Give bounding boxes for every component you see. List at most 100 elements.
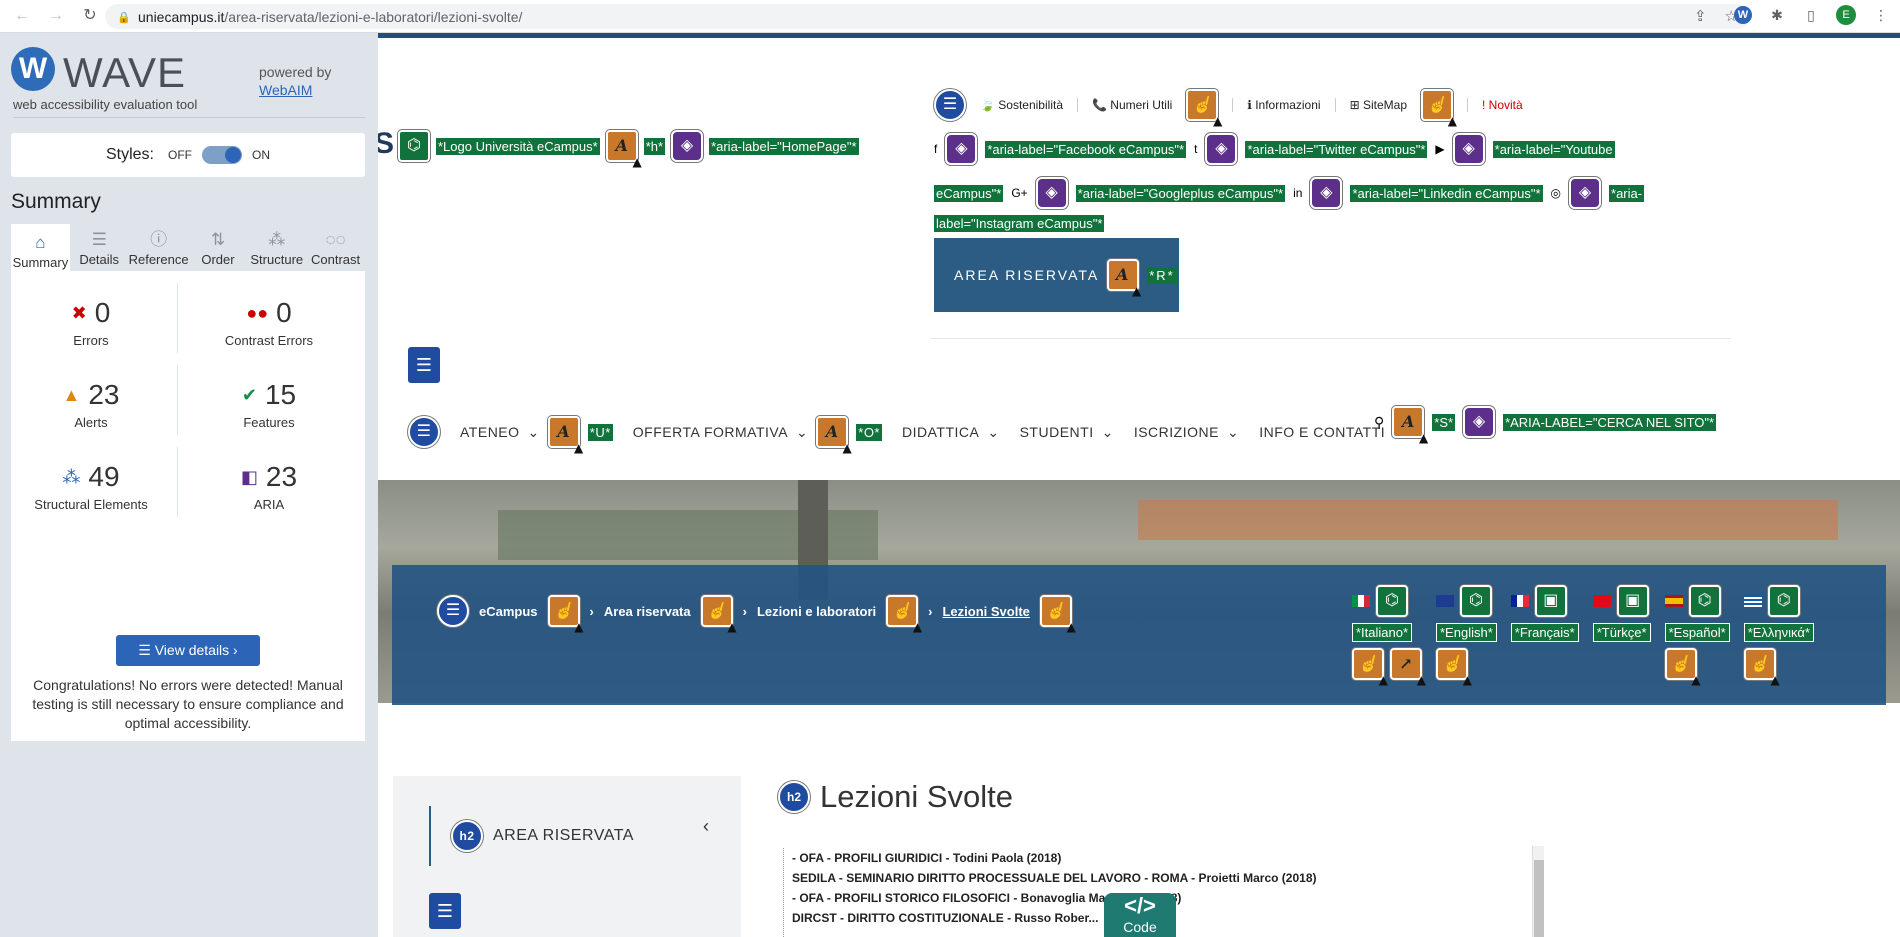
topnav-sostenibilita[interactable]: 🍃 Sostenibilità bbox=[980, 98, 1063, 112]
alert-link-icon[interactable]: ☝ bbox=[1186, 89, 1222, 127]
linked-image-icon[interactable]: ⌬ bbox=[1688, 585, 1721, 617]
breadcrumb-item[interactable]: Lezioni e laboratori bbox=[757, 604, 876, 619]
breadcrumb-item[interactable]: eCampus bbox=[479, 604, 538, 619]
chevron-right-icon: › bbox=[742, 603, 747, 619]
html-structure-icon[interactable]: ☰ bbox=[408, 347, 440, 383]
facebook-icon[interactable]: f bbox=[934, 142, 937, 156]
structure-icon: ⁂ bbox=[62, 467, 81, 487]
lessons-scrollbar[interactable] bbox=[1532, 846, 1544, 937]
aria-label-icon[interactable]: ◈ bbox=[1569, 177, 1602, 209]
linkedin-aria-tag: *aria-label="Linkedin eCampus"* bbox=[1350, 184, 1543, 202]
menu-kebab-icon[interactable]: ⋮ bbox=[1872, 6, 1890, 24]
aria-label-icon[interactable]: ◈ bbox=[1463, 406, 1496, 438]
alert-abbr-icon[interactable]: A bbox=[816, 416, 852, 454]
reload-icon[interactable]: ↻ bbox=[80, 6, 100, 26]
alert-link-icon[interactable]: ☝ bbox=[1421, 89, 1457, 127]
instagram-icon[interactable]: ◎ bbox=[1551, 186, 1561, 200]
chevron-left-icon[interactable]: ‹ bbox=[703, 816, 709, 837]
area-riservata-button[interactable]: AREA RISERVATA A *R* bbox=[934, 238, 1179, 312]
wave-extension-icon[interactable]: W bbox=[1734, 6, 1752, 24]
lang-espanol[interactable]: ⌬ *Español* ☝ bbox=[1664, 585, 1730, 686]
linkedin-icon[interactable]: in bbox=[1293, 186, 1302, 200]
search-icon[interactable]: ⚲ bbox=[1374, 414, 1384, 431]
alert-link-icon[interactable]: ☝ bbox=[1436, 648, 1472, 686]
back-icon[interactable]: ← bbox=[12, 6, 32, 26]
list-structure-icon[interactable]: ☰ bbox=[408, 416, 440, 448]
list-structure-icon[interactable]: ☰ bbox=[934, 89, 966, 121]
youtube-icon[interactable]: ▶ bbox=[1435, 142, 1444, 156]
h2-icon[interactable]: h2 bbox=[778, 781, 810, 813]
linked-image-icon[interactable]: ⌬ bbox=[1376, 585, 1408, 617]
alert-abbr-icon[interactable]: A bbox=[1107, 259, 1143, 297]
alert-abbr-icon[interactable]: A bbox=[605, 130, 642, 168]
aria-label-icon[interactable]: ◈ bbox=[1310, 177, 1343, 209]
linked-image-icon[interactable]: ⌬ bbox=[398, 130, 430, 162]
lang-english[interactable]: ⌬ *English* ☝ bbox=[1436, 585, 1497, 686]
view-details-button[interactable]: ☰ View details › bbox=[116, 635, 260, 666]
divider bbox=[1467, 98, 1468, 112]
aria-label-icon[interactable]: ◈ bbox=[671, 130, 704, 162]
breadcrumb-item[interactable]: Area riservata bbox=[604, 604, 691, 619]
code-toggle-button[interactable]: </> Code bbox=[1104, 893, 1176, 937]
lang-italiano[interactable]: ⌬ *Italiano* ☝↗ bbox=[1352, 585, 1426, 686]
googleplus-icon[interactable]: G+ bbox=[1011, 186, 1027, 200]
alert-link-icon[interactable]: ☝ bbox=[1039, 595, 1076, 633]
list-structure-icon[interactable]: ☰ bbox=[437, 595, 469, 627]
address-bar[interactable]: 🔒 uniecampus.it /area-riservata/lezioni-… bbox=[105, 4, 1750, 29]
list-item[interactable]: SEDILA - SEMINARIO DIRITTO PROCESSUALE D… bbox=[784, 868, 1545, 888]
tab-order[interactable]: ⇅ Order bbox=[189, 224, 248, 271]
flag-gr-icon bbox=[1743, 595, 1762, 607]
topnav-numeri-utili[interactable]: 📞 Numeri Utili bbox=[1092, 98, 1172, 112]
alert-abbr-icon[interactable]: A bbox=[1392, 406, 1428, 444]
profile-avatar[interactable]: E bbox=[1836, 5, 1856, 25]
nav-didattica[interactable]: DIDATTICA ⌄ bbox=[902, 424, 1000, 441]
list-item[interactable]: - OFA - PROFILI GIURIDICI - Todini Paola… bbox=[784, 848, 1545, 868]
lang-greek[interactable]: ⌬ *Ελληνικά* ☝ bbox=[1743, 585, 1814, 686]
tab-summary[interactable]: ⌂ Summary bbox=[11, 224, 70, 271]
topnav-novita[interactable]: ! Novità bbox=[1482, 98, 1523, 112]
lang-francais[interactable]: ▣ *Français* bbox=[1510, 585, 1579, 680]
alert-link-icon[interactable]: ☝ bbox=[547, 595, 584, 633]
page-title-text: Lezioni Svolte bbox=[820, 779, 1014, 814]
tab-details[interactable]: ☰ Details bbox=[70, 224, 129, 271]
linked-image-icon[interactable]: ⌬ bbox=[1460, 585, 1492, 617]
alert-link-icon[interactable]: ☝ bbox=[1664, 648, 1701, 686]
breadcrumb-current[interactable]: Lezioni Svolte bbox=[942, 604, 1029, 619]
webaim-link[interactable]: WebAIM bbox=[259, 81, 331, 99]
lang-turkce[interactable]: ▣ *Türkçe* bbox=[1592, 585, 1651, 680]
nav-iscrizione[interactable]: ISCRIZIONE ⌄ bbox=[1134, 424, 1239, 441]
topnav-informazioni[interactable]: ℹ Informazioni bbox=[1247, 98, 1320, 112]
tab-contrast[interactable]: ◌◌ Contrast bbox=[306, 224, 365, 271]
lang-tag: *English* bbox=[1436, 623, 1497, 642]
aria-label-icon[interactable]: ◈ bbox=[1035, 177, 1068, 209]
alert-redirect-icon[interactable]: ↗ bbox=[1390, 648, 1426, 686]
aria-label-icon[interactable]: ◈ bbox=[1452, 133, 1485, 165]
nav-label: DIDATTICA bbox=[902, 424, 980, 440]
topnav-sitemap[interactable]: ⊞ SiteMap bbox=[1350, 98, 1407, 112]
image-icon[interactable]: ▣ bbox=[1534, 585, 1567, 617]
side-panel-icon[interactable]: ▯ bbox=[1802, 6, 1820, 24]
extensions-puzzle-icon[interactable]: ✱ bbox=[1768, 6, 1786, 24]
twitter-icon[interactable]: t bbox=[1194, 142, 1197, 156]
breadcrumb: ☰ eCampus ☝ › Area riservata ☝ › Lezioni… bbox=[437, 595, 1076, 633]
image-icon[interactable]: ▣ bbox=[1616, 585, 1649, 617]
tab-structure[interactable]: ⁂ Structure bbox=[247, 224, 306, 271]
nav-offerta-formativa[interactable]: OFFERTA FORMATIVA ⌄ A*O* bbox=[633, 416, 882, 454]
linked-image-icon[interactable]: ⌬ bbox=[1767, 585, 1800, 617]
nav-ateneo[interactable]: ATENEO ⌄ A*U* bbox=[460, 416, 613, 454]
h2-icon[interactable]: h2 bbox=[451, 820, 483, 852]
alert-link-icon[interactable]: ☝ bbox=[1743, 648, 1780, 686]
styles-toggle[interactable] bbox=[202, 146, 242, 164]
alert-abbr-icon[interactable]: A bbox=[547, 416, 584, 454]
share-icon[interactable]: ⇪ bbox=[1694, 7, 1707, 25]
aria-label-icon[interactable]: ◈ bbox=[1205, 133, 1238, 165]
html-structure-icon[interactable]: ☰ bbox=[429, 893, 461, 929]
nav-studenti[interactable]: STUDENTI ⌄ bbox=[1020, 424, 1114, 441]
alert-link-icon[interactable]: ☝ bbox=[886, 595, 922, 633]
structural-label: Structural Elements bbox=[34, 497, 148, 512]
alert-link-icon[interactable]: ☝ bbox=[1352, 648, 1388, 686]
aria-label-icon[interactable]: ◈ bbox=[945, 133, 978, 165]
tab-reference[interactable]: ⓘ Reference bbox=[129, 224, 189, 271]
alert-link-icon[interactable]: ☝ bbox=[700, 595, 737, 633]
forward-icon[interactable]: → bbox=[46, 6, 66, 26]
